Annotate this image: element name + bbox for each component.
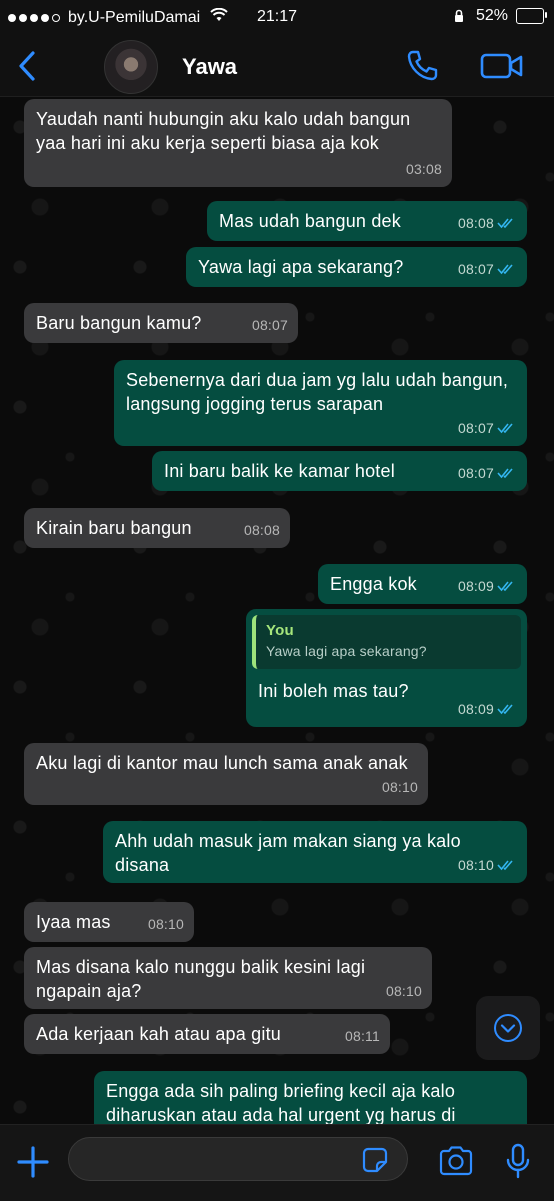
message-time: 08:10 <box>385 983 422 999</box>
message-text: Ada kerjaan kah atau apa gitu <box>36 1024 281 1044</box>
chat-header: Yawa <box>0 36 554 97</box>
message-time: 03:08 <box>405 161 442 177</box>
message-text: Aku lagi di kantor mau lunch sama anak a… <box>36 753 408 773</box>
microphone-icon[interactable] <box>504 1143 532 1186</box>
scroll-to-bottom-button[interactable] <box>476 996 540 1060</box>
status-bar: by.U-PemiluDamai 21:17 52% <box>0 0 554 36</box>
message-composer <box>0 1124 554 1201</box>
double-check-icon <box>497 467 517 479</box>
message-incoming[interactable]: Ada kerjaan kah atau apa gitu 08:11 <box>24 1014 390 1054</box>
message-outgoing[interactable]: Mas udah bangun dek 08:08 <box>207 201 527 241</box>
message-time: 08:09 <box>457 578 494 594</box>
message-outgoing[interactable]: Ahh udah masuk jam makan siang ya kalo d… <box>103 821 527 883</box>
message-time: 08:09 <box>457 701 494 717</box>
message-time: 08:07 <box>251 317 288 333</box>
message-incoming[interactable]: Mas disana kalo nunggu balik kesini lagi… <box>24 947 432 1009</box>
message-outgoing[interactable]: Ini baru balik ke kamar hotel 08:07 <box>152 451 527 491</box>
message-list[interactable]: Yaudah nanti hubungin aku kalo udah bang… <box>0 97 554 1124</box>
double-check-icon <box>497 263 517 275</box>
message-text: Sebenernya dari dua jam yg lalu udah ban… <box>126 370 514 414</box>
quote-text: Yawa lagi apa sekarang? <box>266 643 427 659</box>
message-text: Kirain baru bangun <box>36 518 192 538</box>
orientation-lock-icon <box>450 7 468 25</box>
sticker-icon[interactable] <box>360 1145 390 1180</box>
message-incoming[interactable]: Aku lagi di kantor mau lunch sama anak a… <box>24 743 428 805</box>
message-outgoing[interactable]: Engga kok 08:09 <box>318 564 527 604</box>
double-check-icon <box>497 580 517 592</box>
video-icon[interactable] <box>480 52 524 85</box>
message-time: 08:10 <box>457 857 494 873</box>
phone-icon[interactable] <box>404 48 440 89</box>
double-check-icon <box>497 859 517 871</box>
message-incoming[interactable]: Iyaa mas 08:10 <box>24 902 194 942</box>
quote-author: You <box>266 622 294 639</box>
message-time: 08:10 <box>381 779 418 795</box>
quoted-message[interactable]: You Yawa lagi apa sekarang? <box>252 615 521 669</box>
battery-icon <box>516 8 547 24</box>
message-outgoing[interactable]: Yawa lagi apa sekarang? 08:07 <box>186 247 527 287</box>
message-text: Engga ada sih paling briefing kecil aja … <box>106 1081 461 1124</box>
message-outgoing-reply[interactable]: You Yawa lagi apa sekarang? Ini boleh ma… <box>246 609 527 727</box>
chevron-down-circle-icon <box>494 1014 522 1042</box>
contact-name[interactable]: Yawa <box>182 54 237 80</box>
message-incoming[interactable]: Baru bangun kamu? 08:07 <box>24 303 298 343</box>
message-time: 08:07 <box>457 420 494 436</box>
message-text: Ahh udah masuk jam makan siang ya kalo d… <box>115 831 466 875</box>
message-time: 08:08 <box>243 522 280 538</box>
message-outgoing[interactable]: Sebenernya dari dua jam yg lalu udah ban… <box>114 360 527 446</box>
message-outgoing[interactable]: Engga ada sih paling briefing kecil aja … <box>94 1071 527 1124</box>
battery-percent: 52% <box>475 7 508 24</box>
chevron-left-icon <box>19 51 35 81</box>
plus-icon[interactable] <box>16 1145 50 1184</box>
double-check-icon <box>497 703 517 715</box>
message-time: 08:08 <box>457 215 494 231</box>
message-time: 08:10 <box>147 916 184 932</box>
message-time: 08:11 <box>345 1028 380 1044</box>
message-input[interactable] <box>68 1137 408 1181</box>
message-text: Yaudah nanti hubungin aku kalo udah bang… <box>36 109 416 153</box>
back-button[interactable] <box>12 50 42 82</box>
double-check-icon <box>497 217 517 229</box>
message-incoming[interactable]: Yaudah nanti hubungin aku kalo udah bang… <box>24 99 452 187</box>
message-text: Baru bangun kamu? <box>36 313 202 333</box>
message-text: Mas disana kalo nunggu balik kesini lagi… <box>36 957 371 1001</box>
double-check-icon <box>497 422 517 434</box>
message-time: 08:07 <box>457 465 494 481</box>
message-time: 08:07 <box>457 261 494 277</box>
contact-avatar[interactable] <box>104 40 158 94</box>
camera-icon[interactable] <box>438 1145 474 1182</box>
message-incoming[interactable]: Kirain baru bangun 08:08 <box>24 508 290 548</box>
